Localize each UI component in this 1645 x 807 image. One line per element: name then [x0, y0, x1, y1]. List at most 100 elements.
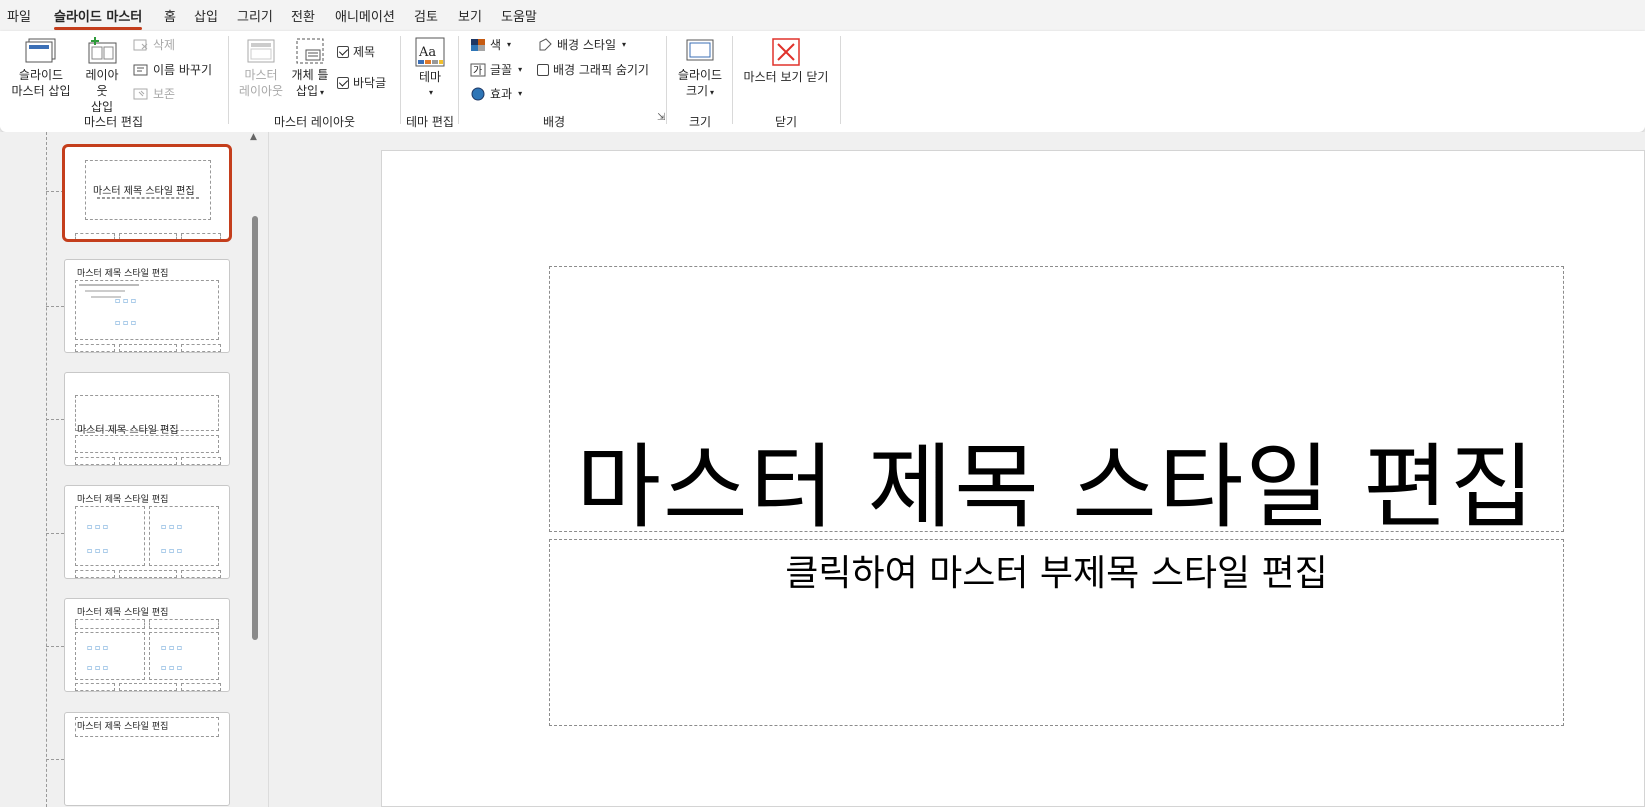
text-placeholder-thumb	[75, 619, 145, 629]
slide-master-icon	[25, 38, 56, 63]
effects-icon	[471, 87, 485, 101]
tab-file[interactable]: 파일	[7, 6, 31, 25]
footer-placeholder-thumb	[181, 344, 221, 352]
tree-connector	[46, 646, 64, 647]
svg-text:Aa: Aa	[418, 45, 436, 60]
effects-dropdown[interactable]: 효과 ▾	[470, 86, 522, 102]
content-insert-icons: ▫ ▫ ▫	[115, 296, 137, 305]
delete-button[interactable]: 삭제	[133, 37, 175, 53]
bullet-line	[85, 290, 125, 292]
fonts-dropdown[interactable]: 가 글꼴 ▾	[470, 62, 522, 78]
footer-placeholder-thumb	[181, 683, 221, 691]
footer-checkbox[interactable]: 바닥글	[337, 75, 386, 91]
tab-slide-master[interactable]: 슬라이드 마스터	[54, 6, 143, 30]
checkbox-checked-icon	[337, 46, 349, 58]
colors-palette-icon	[471, 39, 485, 51]
slide-canvas[interactable]: 마스터 제목 스타일 편집 클릭하여 마스터 부제목 스타일 편집	[381, 150, 1645, 807]
content-insert-icons: ▫ ▫ ▫	[87, 643, 109, 652]
content-insert-icons: ▫ ▫ ▫	[161, 663, 183, 672]
content-insert-icons: ▫ ▫ ▫	[161, 643, 183, 652]
colors-dropdown[interactable]: 색 ▾	[470, 37, 511, 53]
tree-connector	[46, 306, 64, 307]
master-layout-button[interactable]: 마스터 레이아웃	[236, 37, 286, 99]
title-placeholder[interactable]: 마스터 제목 스타일 편집	[549, 266, 1564, 541]
rename-button[interactable]: 이름 바꾸기	[133, 62, 212, 78]
content-placeholder-thumb	[149, 506, 219, 566]
delete-slide-icon	[133, 39, 148, 51]
footer-placeholder-thumb	[181, 233, 221, 239]
tree-connector	[46, 132, 47, 807]
slide-thumbnail[interactable]: 마스터 제목 스타일 편집 ▫ ▫ ▫ ▫ ▫ ▫ ▫ ▫ ▫ ▫ ▫ ▫	[64, 485, 230, 579]
text-placeholder-thumb	[149, 619, 219, 629]
footer-placeholder-thumb	[119, 457, 177, 465]
chevron-down-icon: ▾	[518, 89, 523, 98]
content-placeholder-thumb	[75, 506, 145, 566]
tab-help[interactable]: 도움말	[501, 6, 537, 25]
tab-insert[interactable]: 삽입	[194, 6, 218, 25]
group-label-background: 배경	[543, 115, 566, 129]
group-divider	[458, 36, 459, 124]
subtitle-placeholder[interactable]: 클릭하여 마스터 부제목 스타일 편집	[549, 539, 1564, 726]
chevron-down-icon: ▾	[710, 88, 715, 97]
slide-title[interactable]: 마스터 제목 스타일 편집	[550, 413, 1563, 546]
group-divider	[400, 36, 401, 124]
tab-transitions[interactable]: 전환	[291, 6, 315, 25]
insert-layout-button[interactable]: 레이아웃 삽입	[80, 37, 124, 115]
subtitle-placeholder-thumb	[97, 197, 199, 199]
insert-slide-master-button[interactable]: 슬라이드 마스터 삽입	[6, 37, 76, 99]
tree-connector	[46, 759, 64, 760]
slide-thumbnail[interactable]: 마스터 제목 스타일 편집	[62, 144, 232, 242]
master-layout-icon	[247, 39, 275, 63]
background-styles-dropdown[interactable]: 배경 스타일 ▾	[537, 37, 626, 53]
content-placeholder-thumb	[149, 632, 219, 680]
group-label-master-layout: 마스터 레이아웃	[274, 115, 356, 129]
content-insert-icons: ▫ ▫ ▫	[87, 522, 109, 531]
close-icon	[772, 38, 800, 66]
slide-thumbnail[interactable]: 마스터 제목 스타일 편집	[64, 712, 230, 806]
insert-layout-icon	[88, 37, 117, 64]
footer-placeholder-thumb	[181, 457, 221, 465]
tab-review[interactable]: 검토	[414, 6, 438, 25]
preserve-pin-icon	[133, 88, 148, 100]
tree-connector	[46, 419, 64, 420]
slide-thumbnail[interactable]: 마스터 제목 스타일 편집 ▫ ▫ ▫ ▫ ▫ ▫ ▫ ▫ ▫ ▫ ▫ ▫	[64, 598, 230, 692]
scroll-up-arrow-icon[interactable]: ▲	[250, 132, 257, 142]
checkbox-checked-icon	[337, 77, 349, 89]
tab-animations[interactable]: 애니메이션	[335, 6, 395, 25]
close-master-view-button[interactable]: 마스터 보기 닫기	[740, 37, 832, 85]
hide-background-graphics-checkbox[interactable]: 배경 그래픽 숨기기	[537, 62, 649, 78]
content-insert-icons: ▫ ▫ ▫	[87, 546, 109, 555]
dialog-launcher-icon[interactable]: ⇲	[657, 112, 665, 123]
footer-placeholder-thumb	[75, 683, 115, 691]
chevron-down-icon: ▾	[507, 40, 512, 49]
chevron-down-icon: ▾	[320, 88, 325, 97]
placeholder-icon	[296, 38, 324, 64]
title-checkbox[interactable]: 제목	[337, 44, 375, 60]
scrollbar-thumb[interactable]	[252, 216, 258, 640]
chevron-down-icon: ▾	[622, 40, 627, 49]
group-label-size: 크기	[689, 115, 712, 129]
slide-thumbnail[interactable]: 마스터 제목 스타일 편집 ▫ ▫ ▫ ▫ ▫ ▫	[64, 259, 230, 353]
tree-connector	[46, 533, 64, 534]
footer-placeholder-thumb	[181, 570, 221, 578]
thumbnail-scrollbar[interactable]: ▲	[249, 132, 261, 807]
tab-home[interactable]: 홈	[164, 6, 176, 25]
preserve-button[interactable]: 보존	[133, 86, 175, 102]
slide-subtitle[interactable]: 클릭하여 마스터 부제목 스타일 편집	[550, 544, 1563, 596]
tab-draw[interactable]: 그리기	[237, 6, 273, 25]
footer-placeholder-thumb	[119, 570, 177, 578]
group-label-edit-theme: 테마 편집	[406, 115, 454, 129]
checkbox-unchecked-icon	[537, 64, 549, 76]
themes-button[interactable]: Aa 테마 ▾	[410, 37, 450, 101]
slide-thumbnail[interactable]: 마스터 제목 스타일 편집	[64, 372, 230, 466]
slide-size-button[interactable]: 슬라이드 크기 ▾	[674, 37, 726, 101]
content-insert-icons: ▫ ▫ ▫	[161, 546, 183, 555]
tab-view[interactable]: 보기	[458, 6, 482, 25]
theme-icon: Aa	[415, 37, 445, 67]
title-placeholder-thumb	[75, 717, 219, 737]
footer-placeholder-thumb	[75, 570, 115, 578]
group-divider	[840, 36, 841, 124]
ribbon: 슬라이드 마스터 삽입 레이아웃 삽입 삭제 이름 바꾸기 보존 마스터 편집 …	[0, 31, 1645, 132]
chevron-down-icon: ▾	[428, 88, 433, 97]
insert-placeholder-button[interactable]: 개체 틀 삽입 ▾	[288, 37, 332, 101]
